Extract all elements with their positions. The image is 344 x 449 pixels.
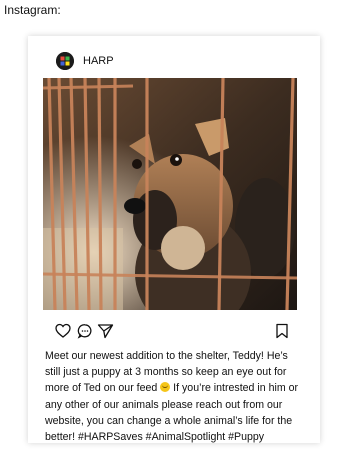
post-actions: [55, 323, 290, 339]
instagram-post: HARP Meet our newest addition to the she…: [28, 36, 320, 443]
puppy-behind-cage-photo: [43, 78, 297, 310]
heart-icon[interactable]: [55, 323, 71, 344]
send-icon[interactable]: [97, 323, 114, 344]
post-caption: Meet our newest addition to the shelter,…: [45, 348, 301, 445]
comment-icon[interactable]: [77, 323, 93, 344]
post-username[interactable]: HARP: [83, 55, 114, 67]
page-label: Instagram:: [4, 3, 61, 17]
post-header[interactable]: HARP: [56, 52, 114, 70]
bookmark-icon[interactable]: [275, 323, 289, 344]
smiling-face-emoji-icon: [160, 382, 171, 393]
harp-logo-icon[interactable]: [56, 52, 74, 70]
